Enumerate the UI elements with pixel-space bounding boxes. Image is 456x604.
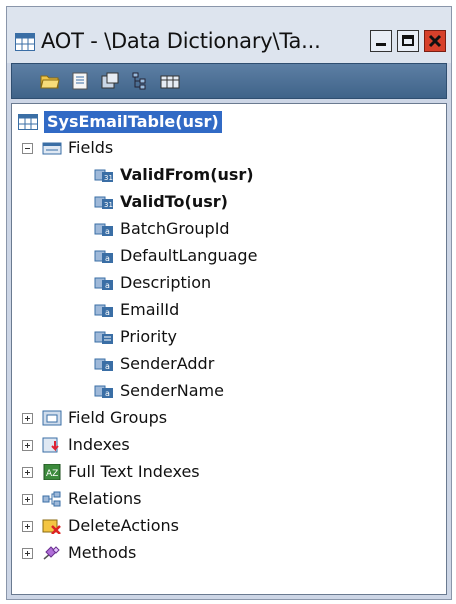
fields-icon <box>42 142 62 155</box>
field-row[interactable]: 31 ValidTo(usr) <box>12 190 432 214</box>
tree-root[interactable]: SysEmailTable(usr) <box>12 110 432 134</box>
tree-node-label: Methods <box>68 543 137 562</box>
field-label: DefaultLanguage <box>120 246 258 265</box>
minimize-icon <box>376 43 386 46</box>
string-field-icon: a <box>94 250 113 263</box>
field-label: EmailId <box>120 300 180 319</box>
tree-node-field-groups[interactable]: Field Groups <box>12 406 432 430</box>
field-label: BatchGroupId <box>120 219 230 238</box>
field-row[interactable]: 31 ValidFrom(usr) <box>12 163 432 187</box>
svg-text:31: 31 <box>104 174 113 182</box>
svg-text:a: a <box>105 362 110 371</box>
properties-icon[interactable] <box>70 72 90 90</box>
field-row[interactable]: a BatchGroupId <box>12 217 432 241</box>
table-icon <box>18 114 38 130</box>
maximize-button[interactable] <box>397 30 419 52</box>
grid-icon[interactable] <box>160 72 180 90</box>
collapse-icon[interactable] <box>22 143 33 154</box>
tree-node-methods[interactable]: Methods <box>12 541 432 565</box>
aot-window: AOT - \Data Dictionary\Ta... SysEmailTab… <box>6 6 452 600</box>
expand-icon[interactable] <box>22 548 33 559</box>
close-icon <box>428 34 442 48</box>
tree-node-label: Field Groups <box>68 408 168 427</box>
compile-icon[interactable] <box>100 72 120 90</box>
field-row[interactable]: Priority <box>12 325 432 349</box>
string-field-icon: a <box>94 385 113 398</box>
svg-text:a: a <box>105 227 110 236</box>
svg-text:a: a <box>105 254 110 263</box>
expand-icon[interactable] <box>22 494 33 505</box>
field-label: Description <box>120 273 212 292</box>
tree-node-relations[interactable]: Relations <box>12 487 432 511</box>
field-row[interactable]: a SenderName <box>12 379 432 403</box>
svg-text:a: a <box>105 389 110 398</box>
string-field-icon: a <box>94 277 113 290</box>
tree-node-label: DeleteActions <box>68 516 180 535</box>
tree-node-label: Relations <box>68 489 142 508</box>
close-button[interactable] <box>424 30 446 52</box>
window-title: AOT - \Data Dictionary\Ta... <box>41 29 321 53</box>
full-text-indexes-icon: AZ <box>43 464 61 480</box>
tree-node-indexes[interactable]: Indexes <box>12 433 432 457</box>
string-field-icon: a <box>94 223 113 236</box>
field-groups-icon <box>42 410 62 426</box>
title-bar[interactable]: AOT - \Data Dictionary\Ta... <box>7 7 451 63</box>
field-label: ValidTo(usr) <box>120 192 228 211</box>
field-label: SenderName <box>120 381 224 400</box>
field-row[interactable]: a DefaultLanguage <box>12 244 432 268</box>
field-label: Priority <box>120 327 177 346</box>
delete-actions-icon <box>42 519 61 534</box>
tree-icon[interactable] <box>130 72 150 90</box>
expand-icon[interactable] <box>22 467 33 478</box>
svg-text:31: 31 <box>104 201 113 209</box>
relations-icon <box>42 491 61 507</box>
field-label: ValidFrom(usr) <box>120 165 254 184</box>
tree-node-label: Fields <box>68 138 114 157</box>
tree-root-label[interactable]: SysEmailTable(usr) <box>44 111 222 133</box>
expand-icon[interactable] <box>22 440 33 451</box>
tree-node-delete-actions[interactable]: DeleteActions <box>12 514 432 538</box>
table-icon <box>15 33 35 51</box>
minimize-button[interactable] <box>370 30 392 52</box>
aot-tree[interactable]: SysEmailTable(usr) Fields 31 ValidFrom(u… <box>11 103 447 595</box>
tree-node-full-text-indexes[interactable]: AZ Full Text Indexes <box>12 460 432 484</box>
tree-node-label: Indexes <box>68 435 130 454</box>
methods-icon <box>43 546 60 560</box>
svg-text:AZ: AZ <box>46 469 58 479</box>
field-row[interactable]: a SenderAddr <box>12 352 432 376</box>
field-label: SenderAddr <box>120 354 215 373</box>
maximize-icon <box>402 35 414 46</box>
string-field-icon: a <box>94 358 113 371</box>
open-icon[interactable] <box>40 72 60 90</box>
enum-field-icon <box>94 331 113 344</box>
toolbar <box>11 63 447 99</box>
svg-text:a: a <box>105 308 110 317</box>
date-field-icon: 31 <box>94 169 113 182</box>
expand-icon[interactable] <box>22 521 33 532</box>
field-row[interactable]: a EmailId <box>12 298 432 322</box>
expand-icon[interactable] <box>22 413 33 424</box>
field-row[interactable]: a Description <box>12 271 432 295</box>
svg-text:a: a <box>105 281 110 290</box>
string-field-icon: a <box>94 304 113 317</box>
date-field-icon: 31 <box>94 196 113 209</box>
tree-node-label: Full Text Indexes <box>68 462 200 481</box>
indexes-icon <box>42 437 59 453</box>
tree-node-fields[interactable]: Fields <box>12 136 432 160</box>
